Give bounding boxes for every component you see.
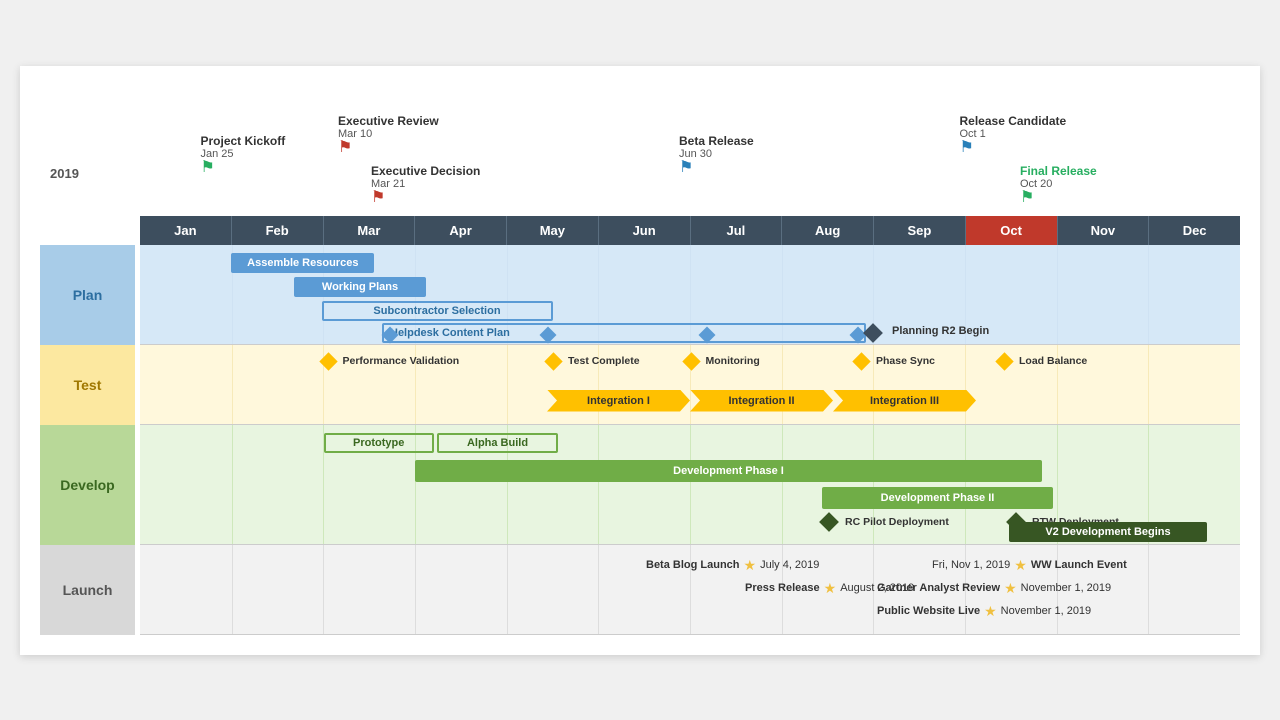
bar-helpdesk: Helpdesk Content Plan bbox=[382, 323, 866, 343]
test-label: Test bbox=[40, 345, 135, 425]
launch-body: Beta Blog Launch ★ July 4, 2019 Press Re… bbox=[140, 545, 1240, 635]
milestone-project-kickoff: Project Kickoff Jan 25 ⚑ bbox=[201, 134, 286, 176]
develop-label: Develop bbox=[40, 425, 135, 545]
rc-pilot-deployment: RC Pilot Deployment bbox=[822, 515, 949, 529]
bar-assemble-resources: Assemble Resources bbox=[231, 253, 374, 273]
milestone-executive-review: Executive Review Mar 10 ⚑ bbox=[338, 114, 439, 156]
year-label: 2019 bbox=[50, 166, 79, 181]
bar-working-plans: Working Plans bbox=[294, 277, 426, 297]
launch-ww-event: Fri, Nov 1, 2019 ★ WW Launch Event bbox=[932, 557, 1127, 574]
plan-label: Plan bbox=[40, 245, 135, 345]
diamond-monitoring: Monitoring bbox=[685, 355, 760, 368]
bar-prototype: Prototype bbox=[324, 433, 434, 453]
planning-r2: Planning R2 Begin bbox=[866, 323, 989, 340]
plan-body: Assemble Resources Working Plans Subcont… bbox=[140, 245, 1240, 345]
bar-dev-phase-i: Development Phase I bbox=[415, 460, 1042, 482]
bar-integration-ii: Integration II bbox=[690, 390, 833, 412]
launch-gartner: Gartner Analyst Review ★ November 1, 201… bbox=[877, 580, 1111, 597]
month-oct: Oct bbox=[966, 216, 1058, 245]
test-section: Test Performance Validation Test C bbox=[140, 345, 1240, 425]
diamond-perf-validation: Performance Validation bbox=[322, 355, 460, 368]
month-aug: Aug bbox=[782, 216, 874, 245]
plan-section: Plan Assemble Resources Working Plans Su… bbox=[140, 245, 1240, 345]
diamond-test-complete: Test Complete bbox=[547, 355, 640, 368]
month-dec: Dec bbox=[1149, 216, 1240, 245]
develop-section: Develop Prototype Alpha Build Developmen… bbox=[140, 425, 1240, 545]
develop-body: Prototype Alpha Build Development Phase … bbox=[140, 425, 1240, 545]
month-may: May bbox=[507, 216, 599, 245]
month-feb: Feb bbox=[232, 216, 324, 245]
month-jan: Jan bbox=[140, 216, 232, 245]
bar-subcontractor: Subcontractor Selection bbox=[322, 301, 553, 321]
month-jul: Jul bbox=[691, 216, 783, 245]
diamond-load-balance: Load Balance bbox=[998, 355, 1087, 368]
bar-alpha-build: Alpha Build bbox=[437, 433, 558, 453]
bar-integration-i: Integration I bbox=[547, 390, 690, 412]
month-jun: Jun bbox=[599, 216, 691, 245]
month-mar: Mar bbox=[324, 216, 416, 245]
test-body: Performance Validation Test Complete Mon… bbox=[140, 345, 1240, 425]
milestone-release-candidate: Release Candidate Oct 1 ⚑ bbox=[960, 114, 1067, 156]
bar-v2-dev: V2 Development Begins bbox=[1009, 522, 1207, 542]
milestone-final-release: Final Release Oct 20 ⚑ bbox=[1020, 164, 1097, 206]
launch-section: Launch Beta Blog Launch ★ July 4, 2019 P… bbox=[140, 545, 1240, 635]
launch-public-website: Public Website Live ★ November 1, 2019 bbox=[877, 603, 1091, 620]
month-sep: Sep bbox=[874, 216, 966, 245]
milestone-executive-decision: Executive Decision Mar 21 ⚑ bbox=[371, 164, 480, 206]
bar-integration-iii: Integration III bbox=[833, 390, 976, 412]
bar-dev-phase-ii: Development Phase II bbox=[822, 487, 1053, 509]
launch-beta-blog: Beta Blog Launch ★ July 4, 2019 bbox=[646, 557, 819, 574]
milestone-beta-release: Beta Release Jun 30 ⚑ bbox=[679, 134, 754, 176]
month-apr: Apr bbox=[415, 216, 507, 245]
gantt-chart: 2019 Project Kickoff Jan 25 ⚑ Executive … bbox=[20, 66, 1260, 655]
month-nov: Nov bbox=[1058, 216, 1150, 245]
launch-label: Launch bbox=[40, 545, 135, 635]
diamond-phase-sync: Phase Sync bbox=[855, 355, 935, 368]
timeline-header: Jan Feb Mar Apr May Jun Jul Aug Sep Oct … bbox=[140, 216, 1240, 245]
